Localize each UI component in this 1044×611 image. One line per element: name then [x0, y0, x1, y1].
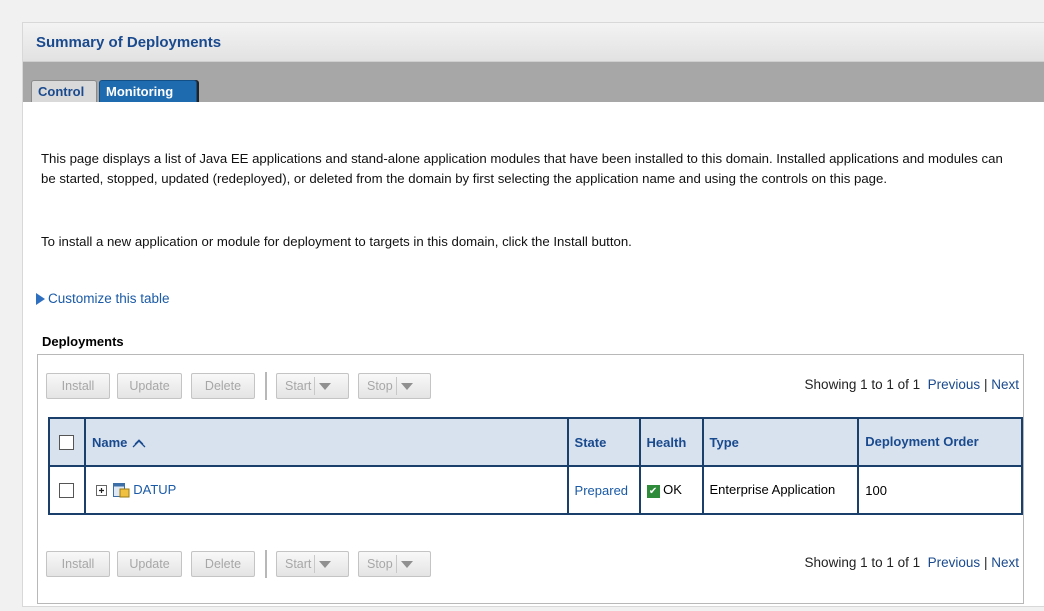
update-button-bottom[interactable]: Update [117, 551, 182, 577]
previous-link[interactable]: Previous [928, 555, 981, 570]
toolbar-divider [265, 372, 267, 400]
health-cell: ✔ OK [638, 465, 704, 515]
pagination-bottom: Showing 1 to 1 of 1 Previous | Next [805, 555, 1019, 570]
paging-separator: | [983, 377, 988, 392]
delete-button-bottom[interactable]: Delete [191, 551, 255, 577]
customize-table-link[interactable]: Customize this table [36, 291, 170, 306]
stop-label: Stop [367, 557, 393, 571]
chevron-down-icon [319, 560, 332, 568]
column-header-deployment-order[interactable]: Deployment Order [857, 417, 1023, 467]
deployment-name-link[interactable]: DATUP [133, 482, 176, 497]
sort-ascending-icon [132, 439, 146, 448]
install-hint-paragraph: To install a new application or module f… [41, 234, 632, 249]
customize-table-label: Customize this table [48, 291, 170, 306]
name-cell: DATUP [83, 465, 569, 515]
summary-panel: Summary of Deployments Control Monitorin… [22, 22, 1044, 607]
tab-monitoring[interactable]: Monitoring [99, 80, 197, 102]
plus-box-icon[interactable] [95, 484, 107, 496]
select-all-checkbox[interactable] [59, 435, 75, 451]
row-select-cell [48, 465, 86, 515]
title-bar: Summary of Deployments [23, 23, 1044, 62]
stop-label: Stop [367, 379, 393, 393]
enterprise-app-icon [112, 483, 130, 498]
start-label: Start [285, 557, 312, 571]
start-label: Start [285, 379, 312, 393]
type-cell: Enterprise Application [701, 465, 860, 515]
split-divider [314, 555, 316, 573]
table-header-row: Name State Health Type Deployment Order [48, 417, 1023, 467]
next-link[interactable]: Next [991, 555, 1019, 570]
select-all-header [48, 417, 86, 467]
start-button-top[interactable]: Start [276, 373, 349, 399]
health-value: OK [663, 482, 682, 498]
deployments-table: Name State Health Type Deployment Order [48, 417, 1023, 515]
toolbar-divider [265, 550, 267, 578]
paging-separator: | [983, 555, 988, 570]
row-checkbox[interactable] [59, 483, 75, 499]
previous-link[interactable]: Previous [928, 377, 981, 392]
next-link[interactable]: Next [991, 377, 1019, 392]
intro-paragraph: This page displays a list of Java EE app… [41, 151, 1003, 186]
tab-control[interactable]: Control [31, 80, 97, 102]
column-header-health[interactable]: Health [638, 417, 704, 467]
update-button-top[interactable]: Update [117, 373, 182, 399]
tab-strip: Control Monitoring [23, 62, 1044, 102]
split-divider [314, 377, 316, 395]
column-header-name[interactable]: Name [83, 417, 569, 467]
chevron-down-icon [400, 560, 413, 568]
start-button-bottom[interactable]: Start [276, 551, 349, 577]
showing-count: Showing 1 to 1 of 1 [804, 555, 921, 570]
pagination-top: Showing 1 to 1 of 1 Previous | Next [805, 377, 1019, 392]
deployment-order-cell: 100 [857, 465, 1023, 515]
stop-button-bottom[interactable]: Stop [358, 551, 431, 577]
delete-button-top[interactable]: Delete [191, 373, 255, 399]
install-button-bottom[interactable]: Install [46, 551, 110, 577]
page-title: Summary of Deployments [36, 34, 222, 51]
deployments-heading: Deployments [42, 334, 124, 349]
state-cell: Prepared [566, 465, 641, 515]
chevron-down-icon [319, 382, 332, 390]
column-header-state[interactable]: State [566, 417, 641, 467]
column-header-type[interactable]: Type [701, 417, 860, 467]
split-divider [395, 377, 397, 395]
split-divider [395, 555, 397, 573]
install-button-top[interactable]: Install [46, 373, 110, 399]
column-name-label: Name [91, 434, 128, 450]
triangle-right-icon [36, 292, 45, 305]
state-link[interactable]: Prepared [575, 483, 628, 498]
ok-check-icon: ✔ [646, 484, 660, 498]
table-row: DATUP Prepared ✔ OK Enterprise Applicati… [48, 465, 1023, 515]
showing-count: Showing 1 to 1 of 1 [804, 377, 921, 392]
deployments-table-box: Install Update Delete Start Stop Showing… [37, 354, 1024, 604]
stop-button-top[interactable]: Stop [358, 373, 431, 399]
chevron-down-icon [400, 382, 413, 390]
